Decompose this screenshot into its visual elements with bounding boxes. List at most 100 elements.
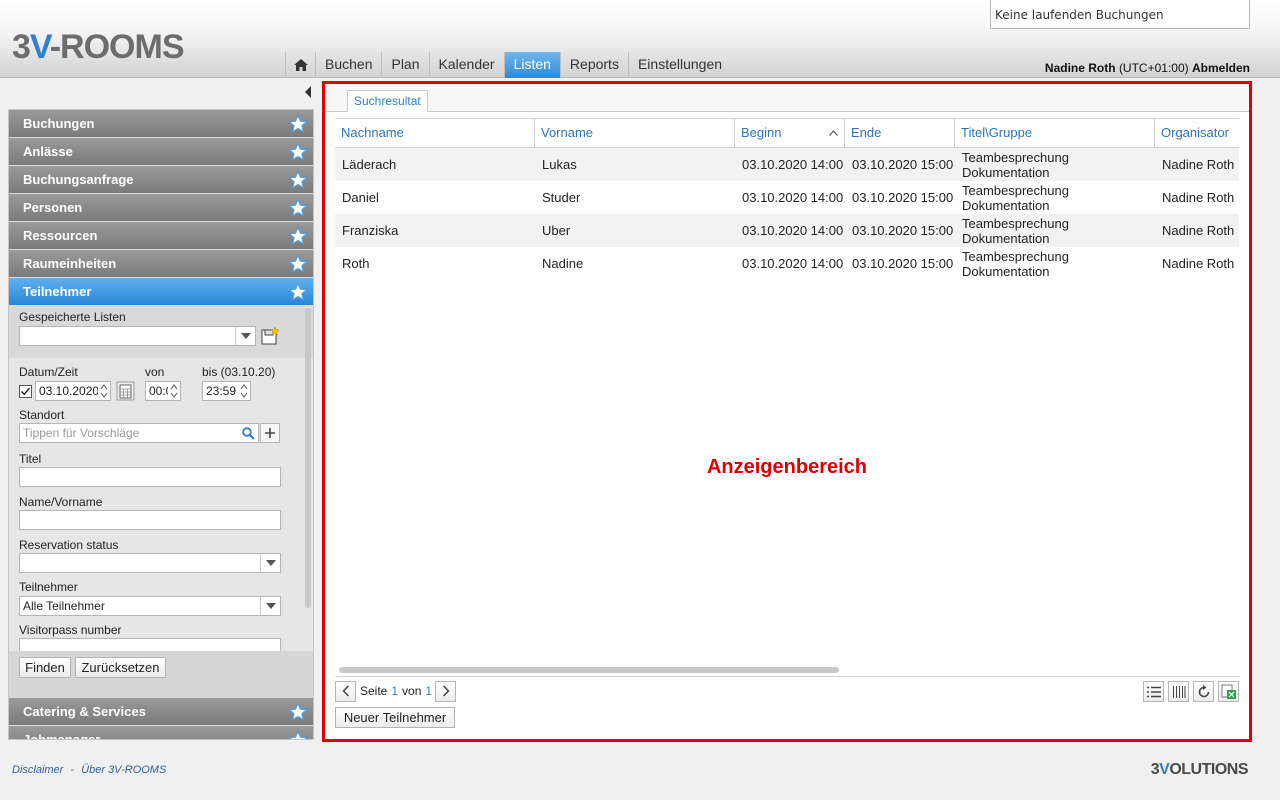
cell-beginn: 03.10.2020 14:00 (742, 190, 844, 205)
col-vorname[interactable]: Vorname (535, 119, 735, 147)
new-participant-button[interactable]: Neuer Teilnehmer (335, 707, 455, 728)
next-page-button[interactable] (435, 680, 457, 702)
to-label: bis (03.10.20) (202, 365, 276, 379)
disclaimer-link[interactable]: Disclaimer (12, 764, 63, 776)
cell-organisator: Nadine Roth (1162, 157, 1235, 172)
home-icon[interactable] (285, 52, 315, 78)
saved-lists-label: Gespeicherte Listen (19, 310, 126, 324)
favorite-star-icon[interactable] (288, 254, 308, 274)
previous-page-button[interactable] (335, 680, 356, 702)
display-area-label: Anzeigenbereich (706, 456, 868, 478)
sidebar-section-teilnehmer[interactable]: Teilnehmer (9, 278, 313, 306)
grid-horizontal-scrollbar[interactable] (339, 667, 839, 673)
nav-buchen[interactable]: Buchen (315, 52, 381, 78)
favorite-star-icon[interactable] (288, 142, 308, 162)
col-nachname[interactable]: Nachname (335, 119, 535, 147)
chevron-down-icon[interactable] (235, 327, 255, 345)
app-header: 3V-ROOMS Keine laufenden Buchungen Buche… (0, 0, 1280, 78)
to-time-input[interactable]: 23:59 (202, 381, 251, 401)
sidebar-section-ressourcen[interactable]: Ressourcen (9, 222, 313, 250)
nav-kalender[interactable]: Kalender (428, 52, 504, 78)
chevron-down-icon[interactable] (260, 554, 280, 572)
find-button[interactable]: Finden (19, 657, 71, 678)
list-view-icon[interactable] (1143, 681, 1164, 702)
sidebar-section-catering-services[interactable]: Catering & Services (9, 698, 313, 726)
favorite-star-icon[interactable] (288, 198, 308, 218)
tab-suchresultat[interactable]: Suchresultat (347, 90, 428, 112)
of-label: von (402, 684, 422, 698)
refresh-icon[interactable] (1193, 681, 1214, 702)
table-row[interactable]: Läderach Lukas 03.10.2020 14:00 03.10.2020 … (335, 148, 1239, 181)
sidebar-section-raumeinheiten[interactable]: Raumeinheiten (9, 250, 313, 278)
favorite-star-icon[interactable] (288, 282, 308, 302)
favorite-star-icon[interactable] (288, 114, 308, 134)
nav-listen[interactable]: Listen (503, 52, 560, 78)
logout-link[interactable]: Abmelden (1192, 61, 1250, 75)
table-row[interactable]: Franziska Uber 03.10.2020 14:00 03.10.2020 … (335, 214, 1239, 247)
participants-select[interactable]: Alle Teilnehmer (19, 596, 281, 616)
visitorpass-label: Visitorpass number (19, 623, 122, 637)
table-row[interactable]: Daniel Studer 03.10.2020 14:00 03.10.2020 1… (335, 181, 1239, 214)
sidebar-section-jobmanager[interactable]: Jobmanager (9, 726, 313, 740)
from-time-input[interactable]: 00:00 (145, 381, 181, 401)
saved-lists-select[interactable] (19, 326, 256, 346)
cell-titel: Teambesprechung Dokumentation (962, 182, 1069, 213)
col-beginn[interactable]: Beginn (735, 119, 845, 147)
excel-export-icon[interactable] (1218, 681, 1239, 702)
collapse-sidebar-icon[interactable] (303, 85, 313, 99)
reservation-status-label: Reservation status (19, 538, 119, 552)
date-filter-checkbox[interactable] (19, 385, 32, 398)
cell-nachname: Daniel (342, 190, 379, 205)
user-bar: Nadine Roth (UTC+01:00) Abmelden (1045, 61, 1250, 75)
date-stepper[interactable] (98, 382, 110, 400)
sidebar-section-buchungsanfrage[interactable]: Buchungsanfrage (9, 166, 313, 194)
favorite-star-icon[interactable] (288, 702, 308, 722)
favorite-star-icon[interactable] (288, 226, 308, 246)
location-input[interactable]: Tippen für Vorschläge (19, 423, 259, 443)
col-ende[interactable]: Ende (845, 119, 955, 147)
cell-organisator: Nadine Roth (1162, 190, 1235, 205)
col-organisator[interactable]: Organisator (1155, 119, 1239, 147)
name-input[interactable] (19, 510, 281, 530)
columns-icon[interactable] (1168, 681, 1189, 702)
sidebar-section-buchungen[interactable]: Buchungen (9, 110, 313, 138)
nav-einstellungen[interactable]: Einstellungen (627, 52, 731, 78)
cell-titel: Teambesprechung Dokumentation (962, 248, 1069, 279)
date-input[interactable]: 03.10.2020 (35, 381, 111, 401)
title-input[interactable] (19, 467, 281, 487)
grid-toolbar (1143, 681, 1239, 702)
grid-footer-divider (335, 676, 1239, 677)
pager: Seite 1 von 1 (335, 680, 457, 702)
cell-titel: Teambesprechung Dokumentation (962, 215, 1069, 246)
cell-ende: 03.10.2020 15:00 (852, 256, 954, 271)
main-nav: Buchen Plan Kalender Listen Reports Eins… (285, 52, 731, 78)
name-label: Name/Vorname (19, 495, 103, 509)
table-row[interactable]: Roth Nadine 03.10.2020 14:00 03.10.2020 15:… (335, 247, 1239, 280)
chevron-down-icon[interactable] (260, 597, 280, 615)
search-icon[interactable] (238, 424, 258, 442)
current-page: 1 (391, 684, 399, 698)
col-titel-gruppe[interactable]: Titel\Gruppe (955, 119, 1155, 147)
reset-button[interactable]: Zurücksetzen (75, 657, 166, 678)
calendar-icon[interactable] (116, 381, 135, 401)
sort-ascending-icon (829, 130, 838, 136)
add-location-button[interactable] (260, 423, 280, 443)
nav-reports[interactable]: Reports (559, 52, 628, 78)
from-time-stepper[interactable] (168, 382, 180, 400)
reservation-status-select[interactable] (19, 553, 281, 573)
to-time-stepper[interactable] (238, 382, 250, 400)
plus-icon (265, 428, 275, 438)
sidebar-scrollbar[interactable] (305, 308, 311, 608)
favorite-star-icon[interactable] (288, 730, 308, 740)
sidebar-section-personen[interactable]: Personen (9, 194, 313, 222)
favorite-star-icon[interactable] (288, 170, 308, 190)
sidebar-section-anlässe[interactable]: Anlässe (9, 138, 313, 166)
total-pages: 1 (425, 684, 433, 698)
cell-ende: 03.10.2020 15:00 (852, 223, 954, 238)
save-list-icon[interactable] (260, 326, 280, 346)
about-link[interactable]: Über 3V-ROOMS (81, 764, 166, 776)
teilnehmer-filter-panel: Gespeicherte Listen Datum/Zeit von bis (… (9, 306, 313, 698)
participants-grid: Nachname Vorname Beginn Ende Titel\Grupp… (335, 118, 1239, 280)
nav-plan[interactable]: Plan (381, 52, 428, 78)
footer-links: Disclaimer - Über 3V-ROOMS (12, 764, 166, 776)
